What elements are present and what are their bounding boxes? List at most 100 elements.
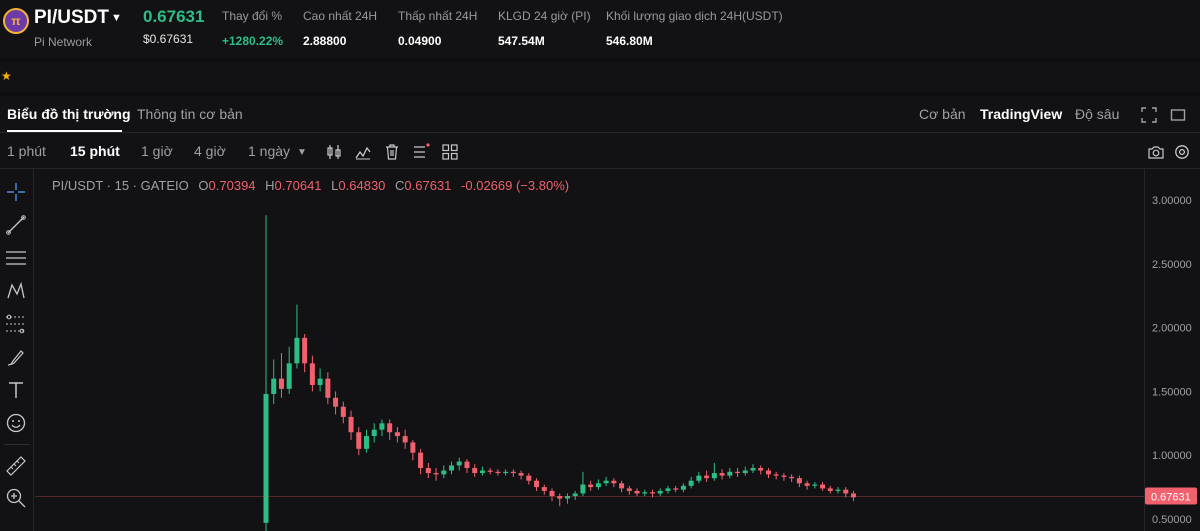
interval-15m[interactable]: 15 phút	[70, 143, 120, 159]
candle-body	[727, 471, 733, 476]
zoom-in-icon[interactable]	[5, 487, 27, 509]
price-chart[interactable]: 3.00000 2.50000 2.00000 1.50000 1.00000 0.500…	[35, 169, 1200, 531]
candle-body	[750, 467, 756, 471]
candle-body	[464, 461, 470, 468]
candle-body	[704, 475, 710, 479]
candle-body	[820, 484, 826, 489]
candle-body	[626, 488, 632, 491]
candle-body	[789, 476, 795, 479]
candle-body	[278, 378, 284, 389]
view-depth[interactable]: Độ sâu	[1075, 106, 1119, 122]
candle-body	[773, 474, 779, 476]
indicators-icon[interactable]	[354, 143, 372, 161]
stat-label: KLGD 24 giờ (PI)	[498, 9, 591, 23]
stat-low-24h: Thấp nhất 24H 0.04900	[398, 9, 477, 48]
fullscreen-icon[interactable]	[1141, 107, 1157, 123]
interval-1d[interactable]: 1 ngày	[248, 143, 290, 159]
price-axis-border	[1144, 169, 1145, 531]
candle-body	[796, 478, 802, 484]
text-icon[interactable]	[5, 379, 27, 401]
candle-body	[503, 471, 509, 474]
emoji-icon[interactable]	[5, 412, 27, 434]
fib-retracement-icon[interactable]	[5, 313, 27, 335]
stat-label: Khối lượng giao dịch 24H(USDT)	[606, 9, 783, 23]
crosshair-icon[interactable]	[5, 181, 27, 203]
trend-line-icon[interactable]	[5, 214, 27, 236]
candle-body	[642, 492, 648, 494]
candle-body	[835, 489, 841, 491]
candle-body	[363, 436, 369, 449]
candle-body	[619, 483, 625, 489]
favorites-bar	[0, 62, 1200, 92]
candle-body	[286, 363, 292, 389]
candle-body	[325, 378, 331, 398]
legend-high-key: H	[265, 178, 275, 193]
candle-body	[742, 470, 748, 474]
candle-body	[711, 473, 717, 479]
legend-symbol: PI/USDT · 15 · GATEIO	[52, 178, 189, 193]
interval-4h[interactable]: 4 giờ	[194, 143, 226, 159]
stat-value: +1280.22%	[222, 34, 284, 48]
caret-down-icon[interactable]: ▼	[297, 147, 307, 158]
candle-body	[673, 488, 679, 490]
candle-body	[449, 465, 455, 471]
pattern-icon[interactable]	[5, 280, 27, 302]
candle-body	[526, 475, 532, 481]
legend-open-value: 0.70394	[208, 178, 256, 193]
candle-body	[572, 493, 578, 497]
candle-body	[588, 484, 594, 488]
pi-coin-logo: π	[3, 8, 29, 34]
candle-body	[518, 473, 524, 476]
gear-icon[interactable]	[1173, 143, 1191, 161]
window-icon[interactable]	[1170, 107, 1186, 123]
caret-down-icon[interactable]: ▼	[111, 12, 122, 24]
candle-body	[735, 471, 741, 474]
camera-icon[interactable]	[1147, 143, 1165, 161]
candle-body	[634, 490, 640, 494]
tab-market-chart[interactable]: Biểu đồ thị trường	[7, 106, 131, 122]
candle-body	[317, 378, 323, 386]
candle-body	[487, 470, 493, 472]
candle-body	[495, 471, 501, 474]
candlestick-icon[interactable]	[325, 143, 343, 161]
layout-grid-icon[interactable]	[441, 143, 459, 161]
candle-body	[410, 442, 416, 453]
drawing-toolbar	[0, 169, 34, 531]
star-icon[interactable]: ★	[1, 69, 12, 83]
ticker-header: π PI/USDT ▼ Pi Network 0.67631 $0.67631 …	[0, 0, 1200, 58]
view-tradingview[interactable]: TradingView	[980, 106, 1062, 122]
interval-1m[interactable]: 1 phút	[7, 143, 46, 159]
candle-body	[472, 467, 478, 474]
brush-icon[interactable]	[5, 346, 27, 368]
stat-change: Thay đổi % +1280.22%	[222, 9, 283, 48]
candle-body	[696, 475, 702, 481]
view-basic[interactable]: Cơ bản	[919, 106, 966, 122]
stat-volume-pi: KLGD 24 giờ (PI) 547.54M	[498, 9, 591, 48]
settings-list-icon[interactable]	[412, 143, 430, 161]
legend-close-value: 0.67631	[404, 178, 452, 193]
candle-body	[688, 480, 694, 486]
candle-body	[302, 337, 308, 364]
candle-body	[348, 416, 354, 433]
current-price-label: 0.67631	[1151, 492, 1191, 504]
y-tick-label: 1.00000	[1152, 450, 1192, 462]
last-price: 0.67631	[143, 7, 205, 26]
y-tick-label: 1.50000	[1152, 386, 1192, 398]
ruler-icon[interactable]	[5, 455, 27, 477]
candle-body	[549, 490, 555, 497]
tab-basic-info[interactable]: Thông tin cơ bản	[137, 106, 243, 122]
horizontal-lines-icon[interactable]	[5, 247, 27, 269]
candle-body	[387, 423, 393, 433]
y-tick-label: 2.00000	[1152, 323, 1192, 335]
divider	[4, 444, 30, 445]
y-tick-label: 3.00000	[1152, 195, 1192, 207]
pair-selector[interactable]: PI/USDT	[34, 7, 109, 29]
candle-body	[765, 470, 771, 475]
y-tick-label: 0.50000	[1152, 514, 1192, 526]
candle-body	[804, 483, 810, 486]
candle-body	[541, 487, 547, 491]
trash-icon[interactable]	[383, 143, 401, 161]
interval-1h[interactable]: 1 giờ	[141, 143, 173, 159]
candle-body	[294, 337, 300, 364]
network-name: Pi Network	[34, 35, 93, 49]
